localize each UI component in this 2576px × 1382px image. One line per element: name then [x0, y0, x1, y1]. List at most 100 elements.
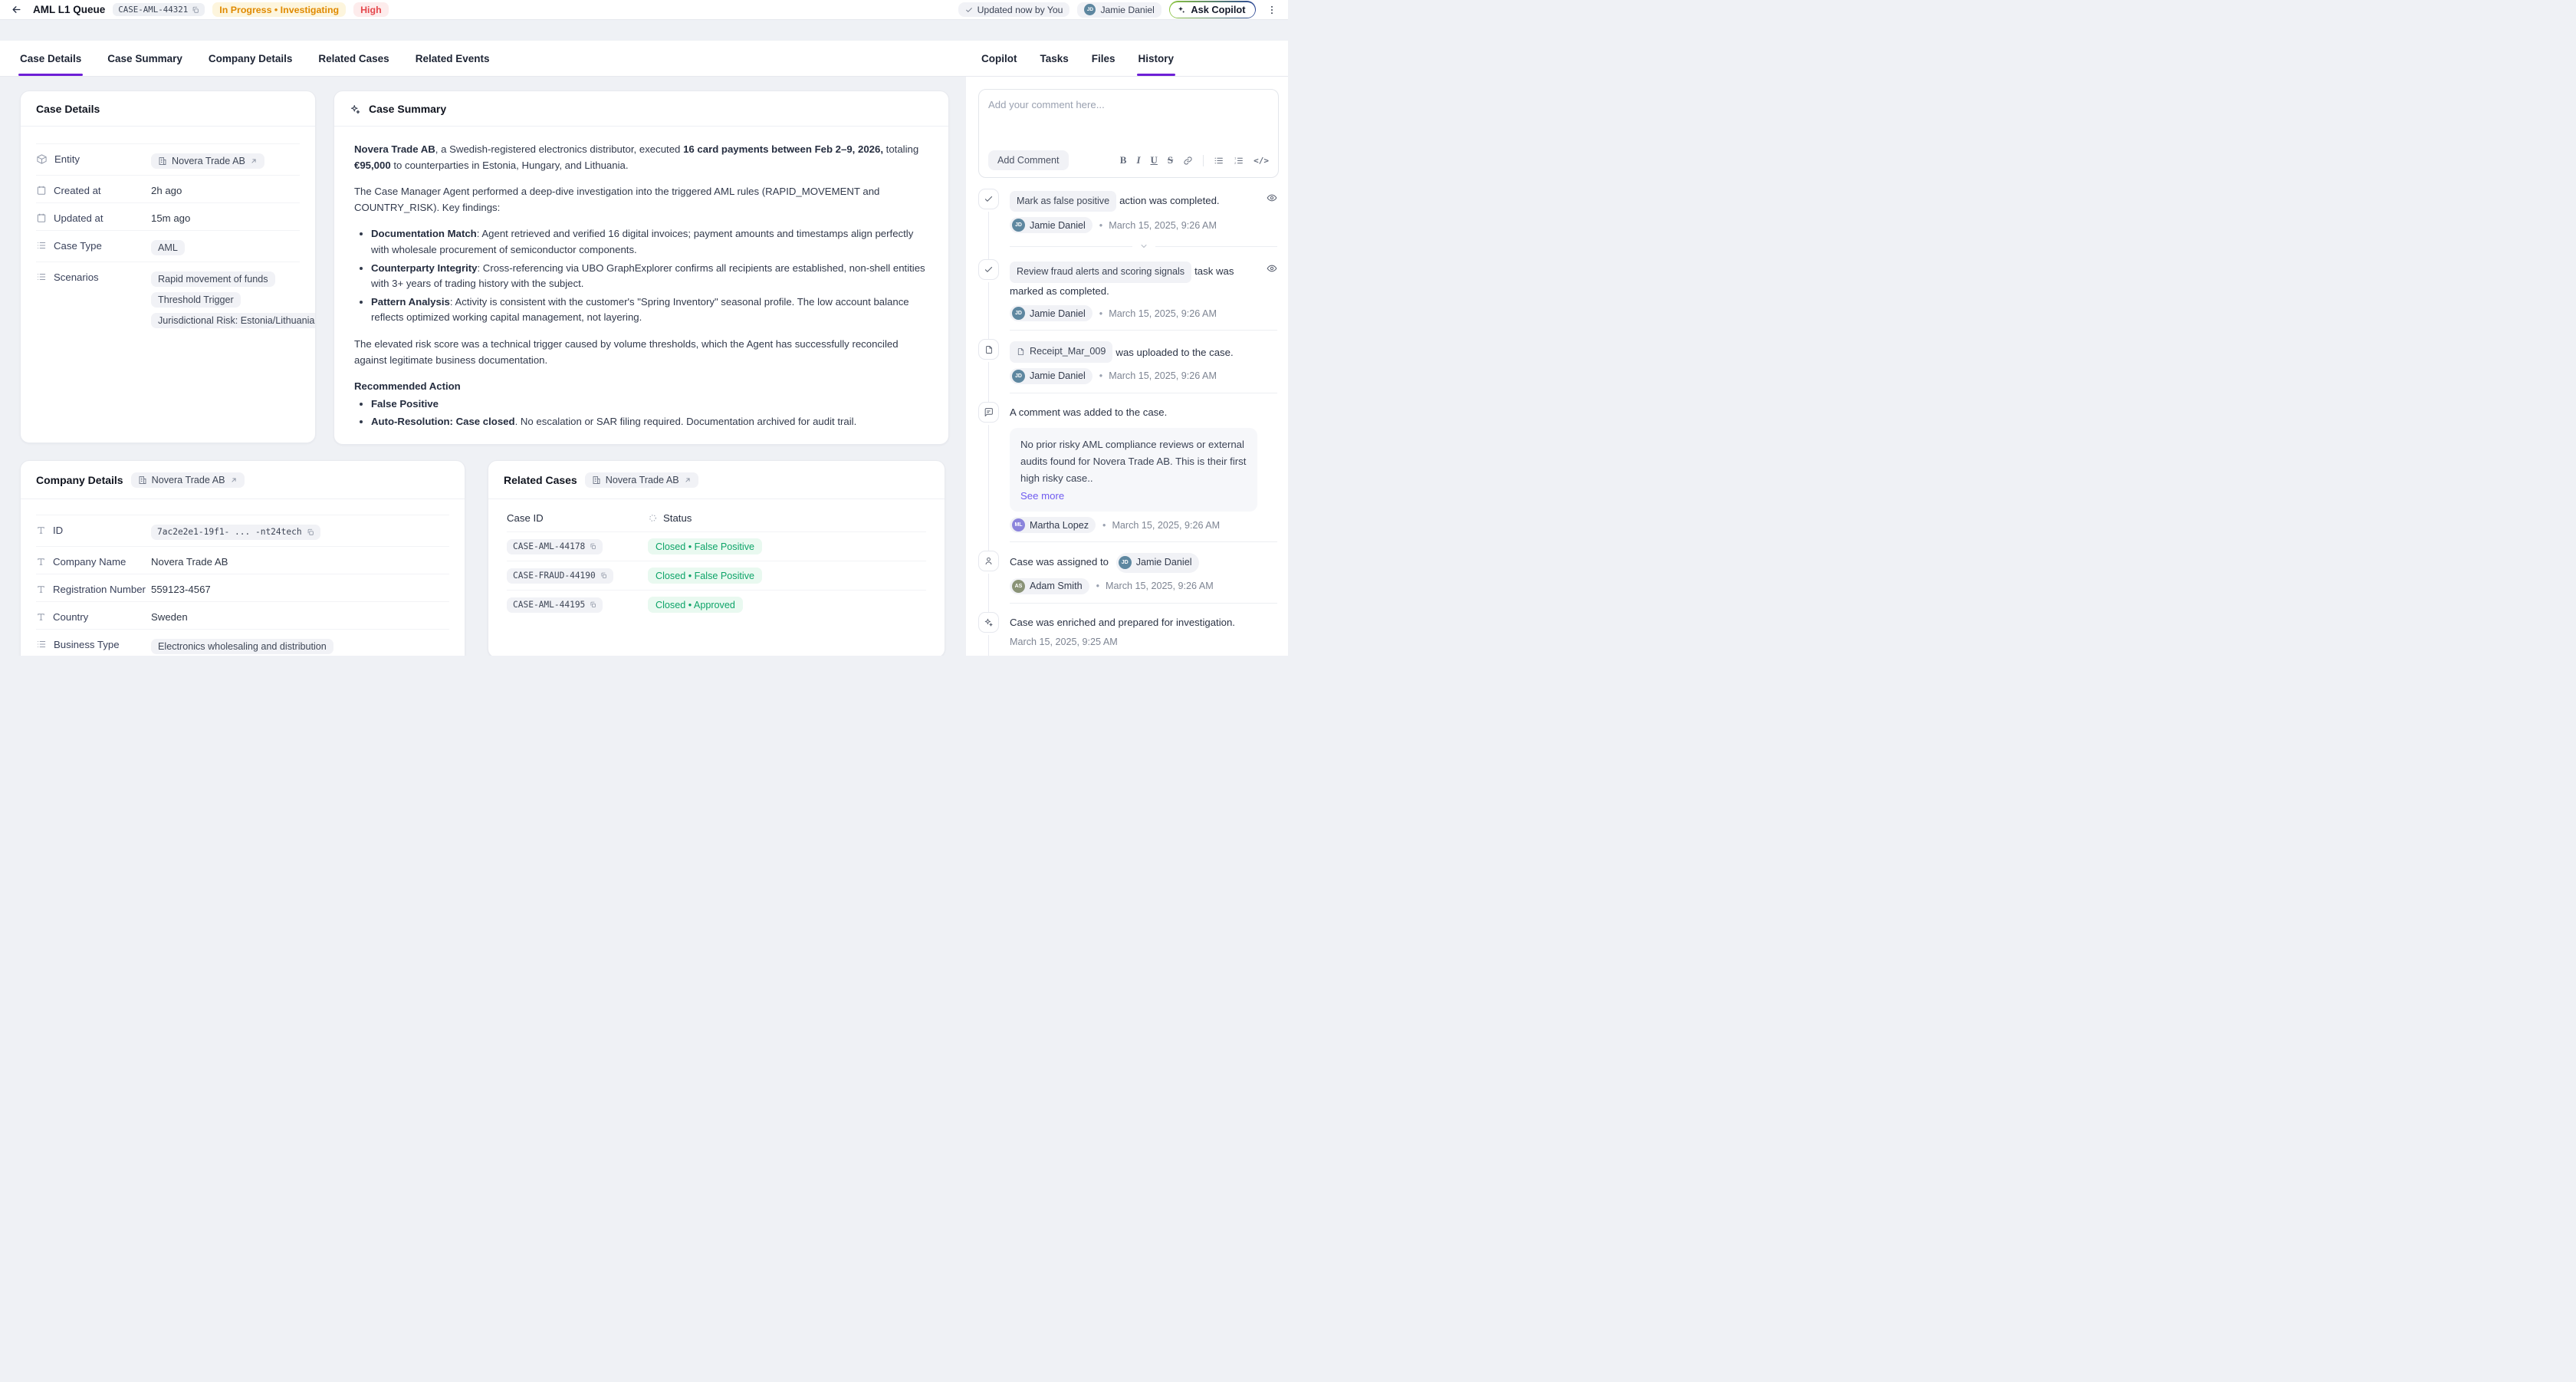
history-timeline: Mark as false positiveaction was complet…	[978, 189, 1279, 656]
tab-tasks[interactable]: Tasks	[1039, 41, 1070, 76]
tab-case-details[interactable]: Case Details	[18, 41, 83, 76]
case-details-card: Case Details Entity Novera Trade	[20, 90, 316, 443]
field-business-type: Business Type Electronics wholesaling an…	[36, 629, 449, 656]
text-icon	[36, 612, 46, 622]
business-type-pill: Electronics wholesaling and distribution	[151, 639, 334, 654]
underline-icon[interactable]: U	[1151, 154, 1158, 166]
case-id-text: CASE-AML-44321	[118, 5, 188, 15]
bullet-list-icon[interactable]	[1214, 156, 1224, 166]
svg-text:2: 2	[1234, 160, 1237, 164]
action-pill[interactable]: Mark as false positive	[1010, 191, 1116, 212]
field-company-name: Company Name Novera Trade AB	[36, 546, 449, 574]
col-status: Status	[663, 512, 692, 524]
table-row[interactable]: CASE-AML-44195 Closed • Approved	[507, 590, 926, 619]
ask-copilot-button[interactable]: Ask Copilot	[1169, 1, 1256, 18]
doc-icon	[1017, 347, 1025, 356]
tab-company-details[interactable]: Company Details	[207, 41, 294, 76]
dashed-circle-icon	[648, 513, 658, 523]
registration-number-value: 559123-4567	[151, 581, 449, 595]
updated-pill: Updated now by You	[958, 2, 1070, 17]
case-type-pill: AML	[151, 240, 185, 255]
finding-item: Documentation Match: Agent retrieved and…	[371, 226, 928, 258]
related-cases-card: Related Cases Novera Trade AB Case ID	[488, 460, 945, 656]
add-comment-button[interactable]: Add Comment	[988, 150, 1069, 170]
history-item-action-completed: Mark as false positiveaction was complet…	[978, 189, 1279, 259]
timestamp: March 15, 2025, 9:26 AM	[1096, 581, 1214, 591]
field-registration-number: Registration Number 559123-4567	[36, 574, 449, 601]
panel-tab-bar: Copilot Tasks Files History	[966, 41, 1288, 77]
card-title: Case Details	[36, 103, 100, 115]
main-column: Case Details Case Summary Company Detail…	[0, 41, 966, 656]
updated-text: Updated now by You	[978, 5, 1063, 15]
comment-input[interactable]	[988, 99, 1269, 130]
key-findings-list: Documentation Match: Agent retrieved and…	[371, 226, 928, 326]
tab-history[interactable]: History	[1137, 41, 1176, 76]
col-case-id: Case ID	[507, 512, 648, 524]
comment-preview: No prior risky AML compliance reviews or…	[1010, 428, 1257, 512]
calendar-icon	[36, 212, 47, 223]
tab-copilot[interactable]: Copilot	[980, 41, 1019, 76]
table-row[interactable]: CASE-FRAUD-44190 Closed • False Positive	[507, 561, 926, 590]
tab-related-cases[interactable]: Related Cases	[317, 41, 390, 76]
bold-icon[interactable]: B	[1120, 154, 1127, 166]
italic-icon[interactable]: I	[1136, 154, 1140, 166]
list-icon	[36, 271, 47, 282]
table-row[interactable]: CASE-AML-44178 Closed • False Positive	[507, 531, 926, 561]
strikethrough-icon[interactable]: S	[1168, 154, 1173, 166]
back-icon[interactable]	[11, 4, 22, 15]
sparkles-icon	[978, 612, 999, 633]
copy-icon[interactable]	[590, 601, 596, 608]
avatar: JD	[1084, 4, 1096, 15]
tab-related-events[interactable]: Related Events	[414, 41, 491, 76]
company-details-card: Company Details Novera Trade AB ID	[20, 460, 465, 656]
main-tab-bar: Case Details Case Summary Company Detail…	[0, 41, 966, 77]
timestamp: March 15, 2025, 9:25 AM	[1010, 637, 1118, 647]
chevron-down-icon[interactable]	[1139, 242, 1148, 251]
field-id: ID 7ac2e2e1-19f1- ... -nt24tech	[36, 515, 449, 546]
tab-case-summary[interactable]: Case Summary	[106, 41, 184, 76]
task-pill[interactable]: Review fraud alerts and scoring signals	[1010, 262, 1191, 282]
card-title: Case Summary	[369, 103, 446, 115]
file-pill[interactable]: Receipt_Mar_009	[1010, 341, 1112, 362]
entity-pill[interactable]: Novera Trade AB	[131, 472, 245, 488]
field-created-at: Created at 2h ago	[36, 175, 300, 202]
copy-icon[interactable]	[590, 543, 596, 550]
created-value: 2h ago	[151, 183, 300, 196]
numbered-list-icon[interactable]: 12	[1234, 156, 1244, 166]
page-title: AML L1 Queue	[33, 4, 105, 15]
case-summary-body: Novera Trade AB, a Swedish-registered el…	[334, 127, 948, 445]
timestamp: March 15, 2025, 9:26 AM	[1099, 220, 1217, 231]
current-user-pill[interactable]: JD Jamie Daniel	[1077, 2, 1161, 18]
finding-item: Pattern Analysis: Activity is consistent…	[371, 294, 928, 326]
entity-pill[interactable]: Novera Trade AB	[151, 153, 264, 169]
user-chip: ASAdam Smith	[1010, 578, 1089, 594]
user-name: Jamie Daniel	[1100, 5, 1154, 15]
case-id-pill[interactable]: CASE-AML-44195	[507, 597, 603, 613]
history-item-case-assigned: Case was assigned to JDJamie Daniel ASAd…	[978, 551, 1279, 611]
kebab-menu-icon[interactable]	[1263, 5, 1280, 15]
code-icon[interactable]: </>	[1254, 156, 1269, 166]
text-icon	[36, 557, 46, 567]
eye-icon[interactable]	[1267, 192, 1277, 203]
text-icon	[36, 525, 46, 535]
case-id-badge[interactable]: CASE-AML-44321	[113, 3, 205, 16]
timeline-divider	[1010, 242, 1277, 251]
eye-icon[interactable]	[1267, 263, 1277, 274]
case-id-pill[interactable]: CASE-AML-44178	[507, 539, 603, 554]
assignee-chip: JDJamie Daniel	[1116, 553, 1199, 572]
copy-icon[interactable]	[192, 6, 199, 14]
toolbar-divider	[1203, 155, 1204, 166]
tab-files[interactable]: Files	[1090, 41, 1117, 76]
field-entity: Entity Novera Trade AB	[36, 143, 300, 175]
see-more-link[interactable]: See more	[1020, 488, 1064, 505]
history-item-task-completed: Review fraud alerts and scoring signalst…	[978, 259, 1279, 339]
entity-pill[interactable]: Novera Trade AB	[585, 472, 698, 488]
timestamp: March 15, 2025, 9:26 AM	[1099, 308, 1217, 319]
copy-icon[interactable]	[600, 572, 607, 579]
copy-icon[interactable]	[307, 528, 314, 536]
case-id-pill[interactable]: CASE-FRAUD-44190	[507, 568, 613, 584]
comment-icon	[978, 402, 999, 423]
link-icon[interactable]	[1183, 156, 1193, 166]
company-id-pill[interactable]: 7ac2e2e1-19f1- ... -nt24tech	[151, 525, 320, 540]
timeline-divider	[1010, 603, 1277, 604]
